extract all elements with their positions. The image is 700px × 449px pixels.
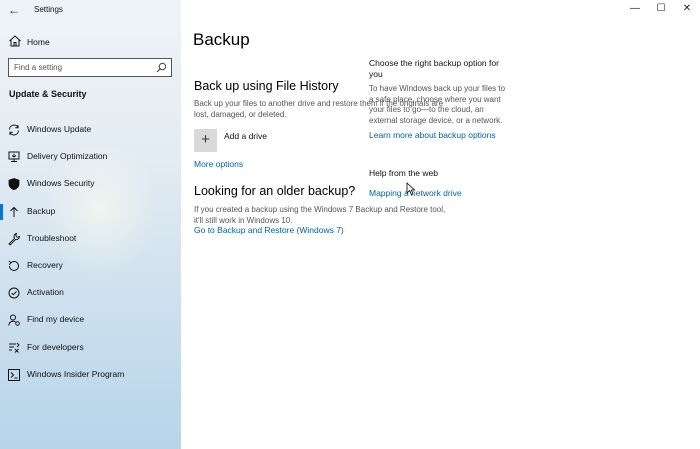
- sidebar-item-label: Windows Insider Program: [27, 368, 125, 379]
- sidebar-item-backup[interactable]: Backup: [0, 200, 181, 227]
- sidebar-item-windows-update[interactable]: Windows Update: [0, 118, 181, 145]
- check-circle-icon: [8, 287, 20, 299]
- sidebar-item-activation[interactable]: Activation: [0, 281, 181, 308]
- more-options-link[interactable]: More options: [194, 159, 243, 169]
- sidebar-home[interactable]: Home: [0, 32, 181, 52]
- app-title: Settings: [34, 5, 63, 14]
- choose-backup-text: To have Windows back up your files to a …: [369, 84, 506, 125]
- sidebar-item-recovery[interactable]: Recovery: [0, 254, 181, 281]
- sidebar-item-delivery-optimization[interactable]: Delivery Optimization: [0, 145, 181, 172]
- sidebar-item-windows-insider-program[interactable]: Windows Insider Program: [0, 363, 181, 390]
- page-title: Backup: [193, 30, 250, 49]
- delivery-optimization-icon: [8, 151, 20, 163]
- search-box[interactable]: [8, 58, 172, 77]
- recovery-icon: [8, 260, 19, 271]
- older-backup-heading: Looking for an older backup?: [194, 184, 356, 198]
- insider-icon: [8, 368, 20, 381]
- sidebar-item-label: Backup: [27, 205, 56, 216]
- choose-backup-heading: Choose the right backup option for you: [369, 58, 499, 79]
- older-backup-description: If you created a backup using the Window…: [194, 205, 446, 225]
- sidebar: ← Settings Home Update & Security Window…: [0, 0, 181, 449]
- back-button[interactable]: ←: [6, 3, 22, 17]
- developer-tools-icon: [9, 342, 20, 353]
- sidebar-home-label: Home: [27, 37, 50, 47]
- sidebar-item-windows-security[interactable]: Windows Security: [0, 172, 181, 199]
- sidebar-item-label: Windows Update: [27, 124, 92, 134]
- sync-icon: [9, 124, 19, 136]
- person-pin-icon: [8, 314, 20, 327]
- backup-and-restore-link[interactable]: Go to Backup and Restore (Windows 7): [194, 225, 344, 235]
- sidebar-item-label: Troubleshoot: [27, 232, 77, 243]
- section-title: Update & Security: [9, 89, 87, 99]
- sidebar-item-label: For developers: [27, 341, 84, 352]
- search-input[interactable]: [9, 59, 154, 76]
- sidebar-item-find-my-device[interactable]: Find my device: [0, 308, 181, 335]
- wrench-icon: [8, 232, 20, 246]
- learn-more-backup-link[interactable]: Learn more about backup options: [369, 130, 496, 140]
- add-drive-label: Add a drive: [224, 131, 267, 141]
- file-history-heading: Back up using File History: [194, 79, 339, 93]
- sidebar-item-label: Delivery Optimization: [27, 151, 108, 162]
- sidebar-item-for-developers[interactable]: For developers: [0, 336, 181, 363]
- titlebar-left: ← Settings: [0, 0, 181, 20]
- plus-icon: +: [201, 131, 210, 148]
- sidebar-item-label: Find my device: [27, 314, 85, 325]
- mouse-cursor-icon: [406, 182, 416, 196]
- sidebar-item-troubleshoot[interactable]: Troubleshoot: [0, 227, 181, 254]
- sidebar-item-label: Recovery: [27, 259, 63, 270]
- shield-icon: [8, 178, 20, 191]
- search-icon[interactable]: [156, 62, 167, 73]
- home-icon: [9, 35, 21, 47]
- sidebar-nav: Windows Update Delivery Optimization Win…: [0, 118, 181, 390]
- sidebar-item-label: Activation: [27, 287, 64, 298]
- sidebar-item-label: Windows Security: [27, 178, 95, 189]
- help-from-web-heading: Help from the web: [369, 168, 438, 178]
- backup-arrow-icon: [10, 206, 18, 217]
